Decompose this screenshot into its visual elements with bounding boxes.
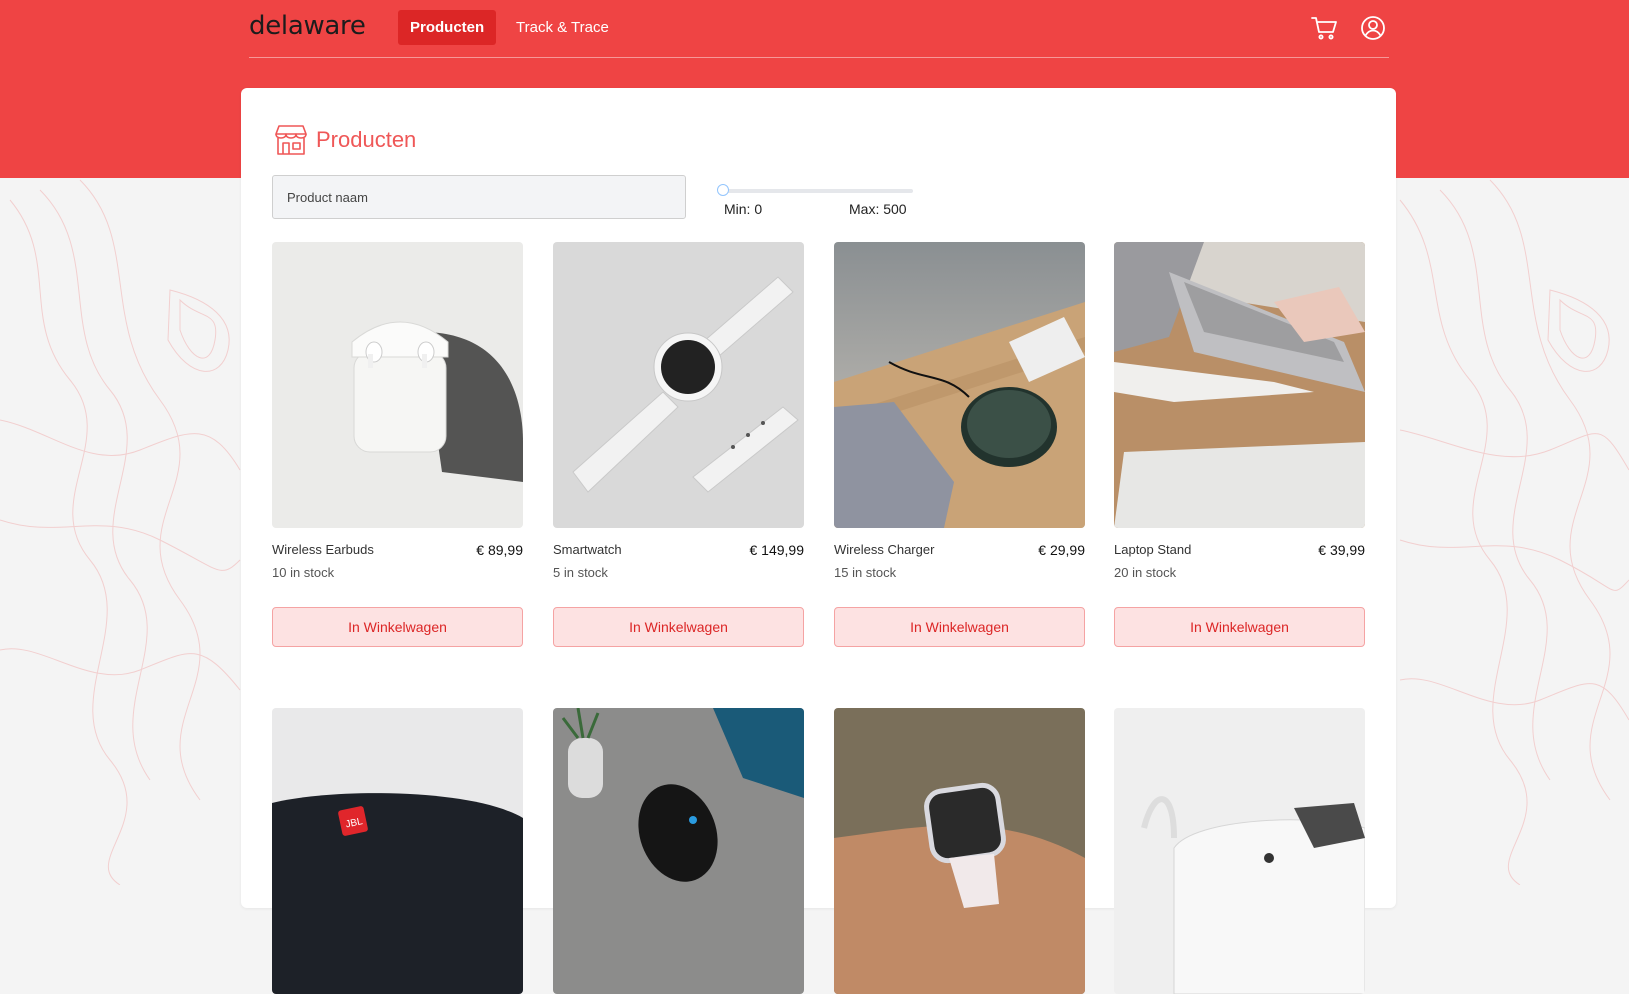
product-stock: 20 in stock: [1114, 565, 1177, 580]
product-price: € 89,99: [476, 542, 523, 558]
price-range-slider-track[interactable]: [719, 189, 913, 193]
product-card: Wireless Earbuds € 89,99 10 in stock In …: [272, 242, 523, 647]
nav-producten[interactable]: Producten: [398, 10, 497, 45]
product-image-gaming-mouse[interactable]: [553, 708, 804, 994]
price-min-label: Min: 0: [724, 201, 763, 217]
add-to-cart-button[interactable]: In Winkelwagen: [272, 607, 523, 647]
product-stock: 10 in stock: [272, 565, 335, 580]
page-title-text: Producten: [316, 127, 417, 152]
product-price: € 39,99: [1318, 542, 1365, 558]
product-name: Laptop Stand: [1114, 542, 1192, 557]
product-image-smartwatch[interactable]: [553, 242, 804, 528]
product-image-earbuds[interactable]: [272, 242, 523, 528]
product-card: Laptop Stand € 39,99 20 in stock In Wink…: [1114, 242, 1365, 647]
products-card: Producten Min: 0 Max: 500 Wireless Earbu…: [241, 88, 1396, 994]
price-max-label: Max: 500: [849, 201, 907, 217]
product-price: € 29,99: [1038, 542, 1085, 558]
add-to-cart-button[interactable]: In Winkelwagen: [553, 607, 804, 647]
product-card: [1114, 708, 1365, 994]
product-card: Smartwatch € 149,99 5 in stock In Winkel…: [553, 242, 804, 647]
product-card: Wireless Charger € 29,99 15 in stock In …: [834, 242, 1085, 647]
nav-track-trace[interactable]: Track & Trace: [504, 10, 621, 45]
product-name: Wireless Charger: [834, 542, 935, 557]
product-price: € 149,99: [749, 542, 805, 558]
add-to-cart-button[interactable]: In Winkelwagen: [1114, 607, 1365, 647]
product-image-speaker[interactable]: JBL: [272, 708, 523, 994]
add-to-cart-button[interactable]: In Winkelwagen: [834, 607, 1085, 647]
product-image-laptop-stand[interactable]: [1114, 242, 1365, 528]
product-image-fitness-tracker[interactable]: [834, 708, 1085, 994]
top-navbar: delaware Producten Track & Trace: [249, 0, 1389, 58]
product-card: [553, 708, 804, 994]
product-card: [834, 708, 1085, 994]
cart-icon[interactable]: [1310, 14, 1338, 42]
product-name-search-input[interactable]: [272, 175, 686, 219]
product-stock: 5 in stock: [553, 565, 608, 580]
user-icon[interactable]: [1359, 14, 1387, 42]
product-stock: 15 in stock: [834, 565, 897, 580]
price-range-slider-thumb[interactable]: [717, 184, 729, 196]
store-icon: [275, 125, 307, 155]
product-name: Wireless Earbuds: [272, 542, 374, 557]
product-name: Smartwatch: [553, 542, 622, 557]
product-card: JBL: [272, 708, 523, 994]
product-image-wireless-charger[interactable]: [834, 242, 1085, 528]
page-title: Producten: [274, 123, 416, 157]
brand-logo[interactable]: delaware: [249, 11, 366, 41]
product-image-vr-headset[interactable]: [1114, 708, 1365, 994]
